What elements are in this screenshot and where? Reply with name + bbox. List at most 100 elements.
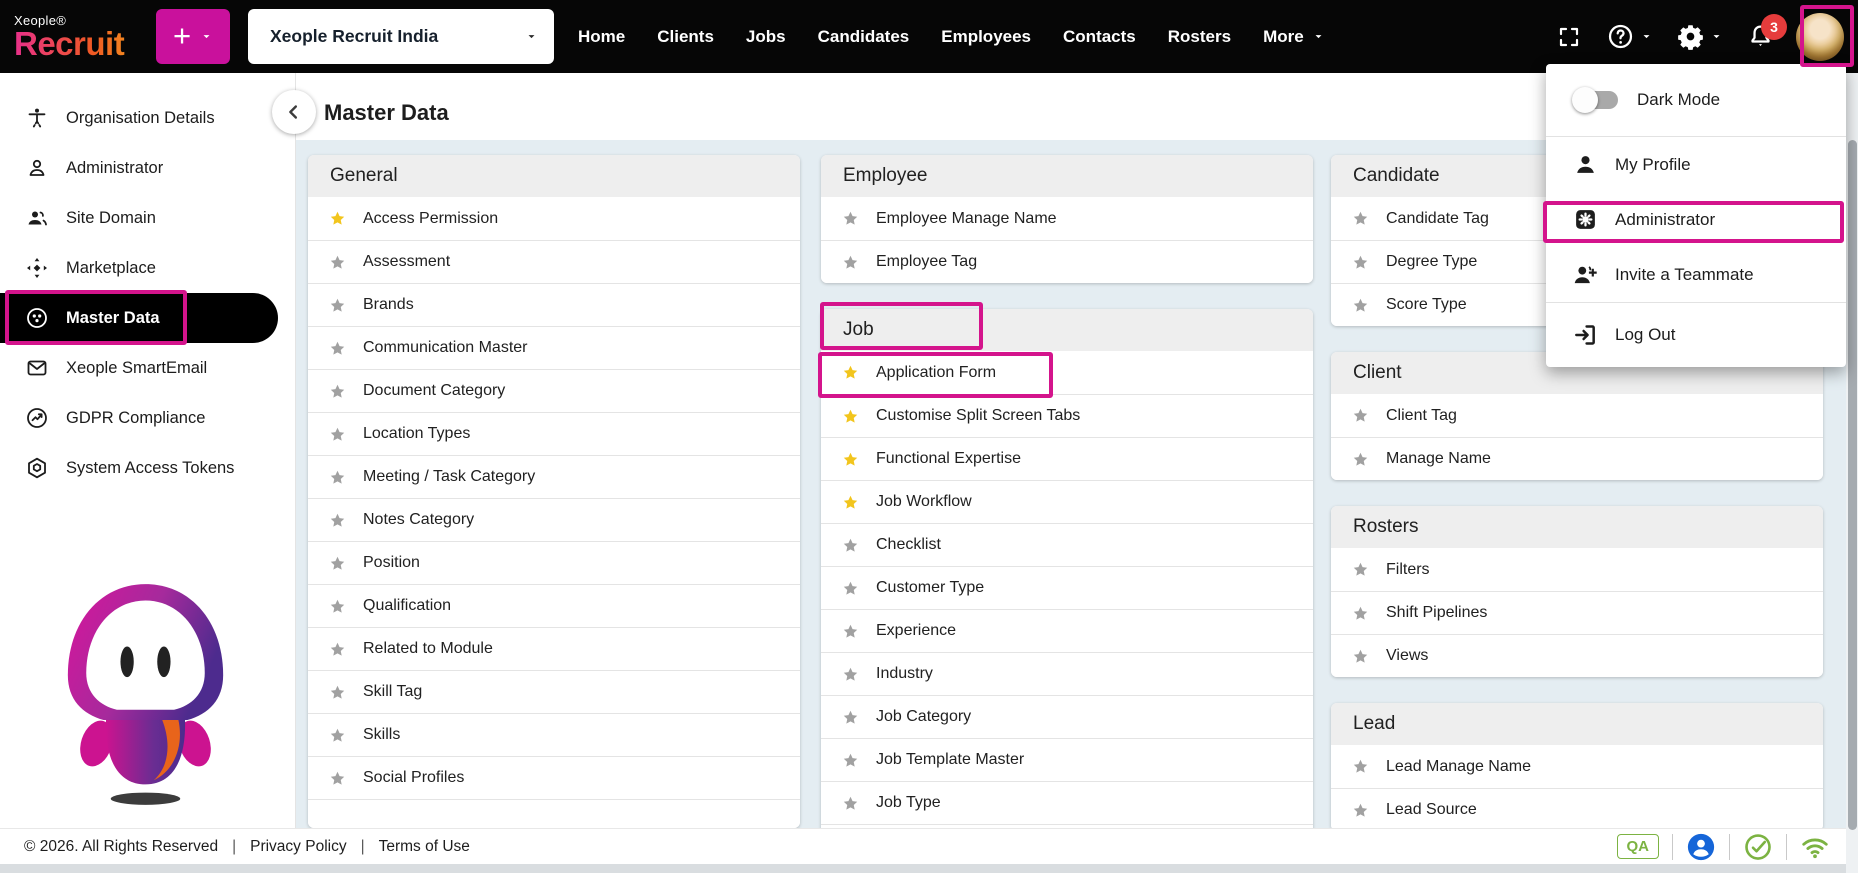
star-icon[interactable] xyxy=(842,580,859,597)
master-data-item-position[interactable]: Position xyxy=(308,541,800,584)
master-data-item-assessment[interactable]: Assessment xyxy=(308,240,800,283)
menu-item-administrator[interactable]: Administrator xyxy=(1546,192,1846,247)
star-icon[interactable] xyxy=(329,684,346,701)
master-data-item-job-template-master[interactable]: Job Template Master xyxy=(821,738,1313,781)
star-icon[interactable] xyxy=(1352,407,1369,424)
star-icon[interactable] xyxy=(1352,561,1369,578)
master-data-item-employee-tag[interactable]: Employee Tag xyxy=(821,240,1313,283)
master-data-item-manage-name[interactable]: Manage Name xyxy=(1331,437,1823,480)
master-data-item-document-category[interactable]: Document Category xyxy=(308,369,800,412)
master-data-item-brands[interactable]: Brands xyxy=(308,283,800,326)
master-data-item-client-tag[interactable]: Client Tag xyxy=(1331,394,1823,437)
star-icon[interactable] xyxy=(842,408,859,425)
master-data-item-job-workflow[interactable]: Job Workflow xyxy=(821,480,1313,523)
star-icon[interactable] xyxy=(329,383,346,400)
qa-badge[interactable]: QA xyxy=(1616,834,1659,859)
star-icon[interactable] xyxy=(842,494,859,511)
star-icon[interactable] xyxy=(329,340,346,357)
notifications-button[interactable]: 3 xyxy=(1747,14,1787,50)
nav-item-contacts[interactable]: Contacts xyxy=(1047,0,1152,73)
star-icon[interactable] xyxy=(329,770,346,787)
sidebar-item-marketplace[interactable]: Marketplace xyxy=(0,243,295,293)
star-icon[interactable] xyxy=(1352,210,1369,227)
app-logo[interactable]: Xeople® Recruit xyxy=(14,14,152,60)
sidebar-item-xeople-smartemail[interactable]: Xeople SmartEmail xyxy=(0,343,295,393)
sidebar-item-system-access-tokens[interactable]: System Access Tokens xyxy=(0,443,295,493)
wifi-icon[interactable] xyxy=(1800,832,1830,862)
master-data-item-customise-split-screen-tabs[interactable]: Customise Split Screen Tabs xyxy=(821,394,1313,437)
star-icon[interactable] xyxy=(842,752,859,769)
nav-item-employees[interactable]: Employees xyxy=(925,0,1047,73)
privacy-policy-link[interactable]: Privacy Policy xyxy=(250,838,346,856)
star-icon[interactable] xyxy=(329,641,346,658)
star-icon[interactable] xyxy=(329,555,346,572)
star-icon[interactable] xyxy=(1352,648,1369,665)
star-icon[interactable] xyxy=(329,254,346,271)
master-data-item-job-category[interactable]: Job Category xyxy=(821,695,1313,738)
menu-item-log-out[interactable]: Log Out xyxy=(1546,303,1846,367)
master-data-item-related-to-module[interactable]: Related to Module xyxy=(308,627,800,670)
master-data-item-social-profiles[interactable]: Social Profiles xyxy=(308,756,800,799)
master-data-item-filters[interactable]: Filters xyxy=(1331,548,1823,591)
master-data-item-meeting-task-category[interactable]: Meeting / Task Category xyxy=(308,455,800,498)
star-icon[interactable] xyxy=(329,598,346,615)
master-data-item-shift-pipelines[interactable]: Shift Pipelines xyxy=(1331,591,1823,634)
master-data-item-communication-master[interactable]: Communication Master xyxy=(308,326,800,369)
star-icon[interactable] xyxy=(329,297,346,314)
sidebar-item-site-domain[interactable]: Site Domain xyxy=(0,193,295,243)
menu-item-my-profile[interactable]: My Profile xyxy=(1546,137,1846,192)
master-data-item-notes-category[interactable]: Notes Category xyxy=(308,498,800,541)
star-icon[interactable] xyxy=(329,727,346,744)
user-status-icon[interactable] xyxy=(1686,832,1716,862)
master-data-item-views[interactable]: Views xyxy=(1331,634,1823,677)
chevron-down-icon[interactable] xyxy=(1640,30,1653,43)
master-data-item-checklist[interactable]: Checklist xyxy=(821,523,1313,566)
star-icon[interactable] xyxy=(1352,297,1369,314)
star-icon[interactable] xyxy=(842,254,859,271)
gear-icon[interactable] xyxy=(1677,23,1704,50)
master-data-item-job-type[interactable]: Job Type xyxy=(821,781,1313,824)
master-data-item-skills[interactable]: Skills xyxy=(308,713,800,756)
add-button[interactable]: + xyxy=(156,9,230,64)
check-circle-icon[interactable] xyxy=(1743,832,1773,862)
star-icon[interactable] xyxy=(842,451,859,468)
nav-item-jobs[interactable]: Jobs xyxy=(730,0,802,73)
master-data-item-lead-source[interactable]: Lead Source xyxy=(1331,788,1823,828)
star-icon[interactable] xyxy=(329,512,346,529)
master-data-item-employee-manage-name[interactable]: Employee Manage Name xyxy=(821,197,1313,240)
star-icon[interactable] xyxy=(1352,605,1369,622)
master-data-item-skill-tag[interactable]: Skill Tag xyxy=(308,670,800,713)
dark-mode-toggle[interactable] xyxy=(1572,87,1618,113)
sidebar-item-gdpr-compliance[interactable]: GDPR Compliance xyxy=(0,393,295,443)
master-data-item-functional-expertise[interactable]: Functional Expertise xyxy=(821,437,1313,480)
star-icon[interactable] xyxy=(329,210,346,227)
star-icon[interactable] xyxy=(1352,802,1369,819)
chevron-down-icon[interactable] xyxy=(1710,30,1723,43)
sidebar-item-organisation-details[interactable]: Organisation Details xyxy=(0,93,295,143)
sidebar-item-administrator[interactable]: Administrator xyxy=(0,143,295,193)
help-icon[interactable] xyxy=(1607,23,1634,50)
star-icon[interactable] xyxy=(329,469,346,486)
star-icon[interactable] xyxy=(842,623,859,640)
master-data-item-location-types[interactable]: Location Types xyxy=(308,412,800,455)
star-icon[interactable] xyxy=(329,426,346,443)
master-data-item-qualification[interactable]: Qualification xyxy=(308,584,800,627)
nav-item-clients[interactable]: Clients xyxy=(641,0,730,73)
nav-item-rosters[interactable]: Rosters xyxy=(1152,0,1247,73)
master-data-item-industry[interactable]: Industry xyxy=(821,652,1313,695)
sidebar-item-master-data[interactable]: Master Data xyxy=(0,293,278,343)
scrollbar[interactable] xyxy=(1846,73,1858,873)
star-icon[interactable] xyxy=(842,364,859,381)
fullscreen-icon[interactable] xyxy=(1557,25,1581,49)
master-data-item-lead-manage-name[interactable]: Lead Manage Name xyxy=(1331,745,1823,788)
nav-item-more[interactable]: More xyxy=(1247,0,1341,73)
star-icon[interactable] xyxy=(842,666,859,683)
organisation-select[interactable]: Xeople Recruit India xyxy=(248,9,554,64)
star-icon[interactable] xyxy=(1352,451,1369,468)
master-data-item-experience[interactable]: Experience xyxy=(821,609,1313,652)
star-icon[interactable] xyxy=(1352,758,1369,775)
star-icon[interactable] xyxy=(842,537,859,554)
star-icon[interactable] xyxy=(842,709,859,726)
nav-item-candidates[interactable]: Candidates xyxy=(802,0,926,73)
menu-item-invite-teammate[interactable]: Invite a Teammate xyxy=(1546,247,1846,302)
